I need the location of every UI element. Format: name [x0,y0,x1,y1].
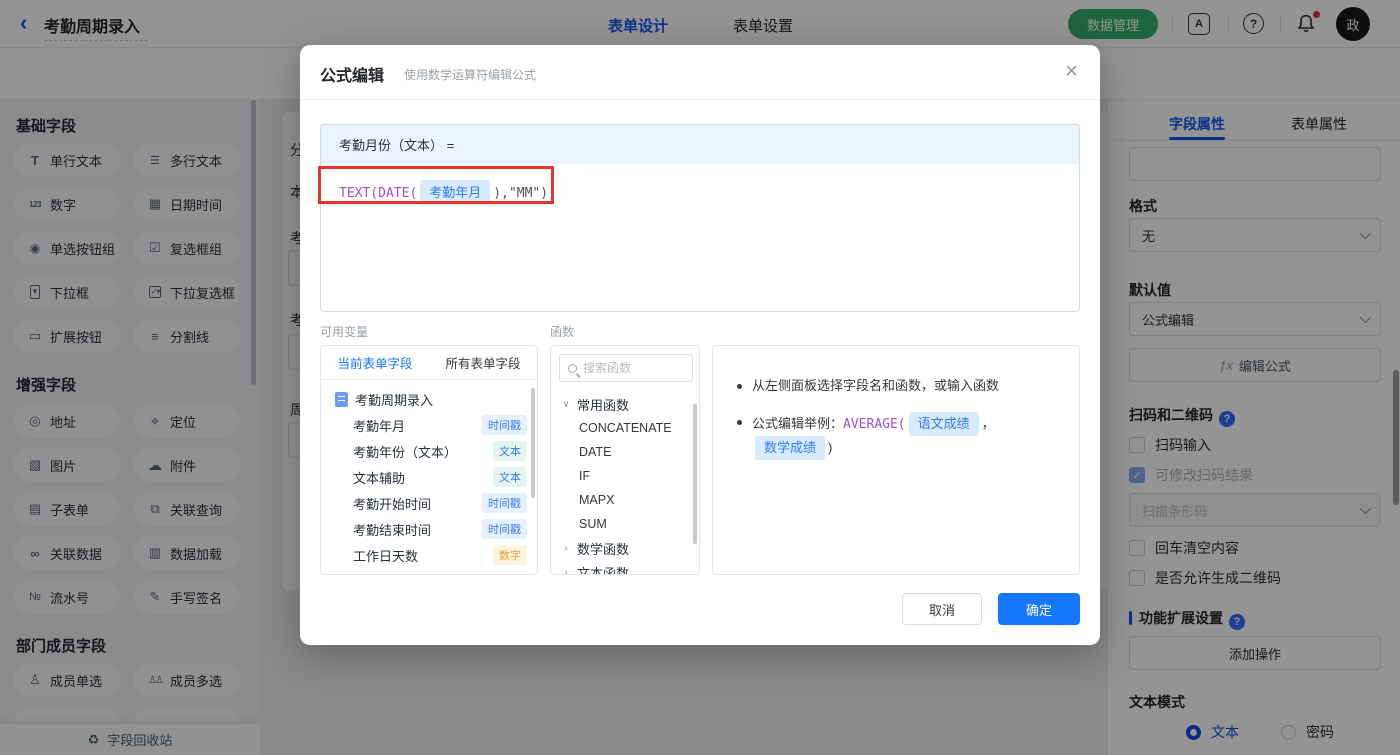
formula-function-text: TEXT(DATE( [339,186,418,201]
variables-tabs: 当前表单字段 所有表单字段 [321,346,537,380]
field-type-badge: 时间戳 [482,415,527,435]
form-node-label: 考勤周期录入 [355,392,434,408]
formula-input-area[interactable]: TEXT(DATE(考勤年月),"MM") [321,164,1079,219]
formula-field-chip[interactable]: 考勤年月 [420,180,491,203]
tip-example-text: 公式编辑举例：AVERAGE(语文成绩 ， 数学成绩) [752,412,1059,460]
close-icon[interactable]: × [1065,58,1078,84]
example-field-chip: 数学成绩 [755,436,826,460]
functions-panel: ∨ 常用函数 CONCATENATE DATE IF MAPX SUM › 数学… [550,345,700,575]
app-screen: ‹ 考勤周期录入 表单设计 表单设置 数据管理 A ? 政 表单外链 后端脚本 [0,0,1400,755]
variables-form-node[interactable]: 考勤周期录入 [321,386,537,412]
tip-text: 从左侧面板选择字段名和函数，或输入函数 [752,378,1000,393]
field-type-badge: 数字 [493,545,527,565]
function-search-box[interactable] [559,354,693,382]
confirm-button[interactable]: 确定 [998,593,1080,625]
function-item[interactable]: IF [551,464,699,488]
function-item[interactable]: SUM [551,512,699,536]
modal-subtitle: 使用数学运算符编辑公式 [404,68,537,82]
variable-field-row[interactable]: 工作日天数 数字 [321,542,537,568]
field-name: 考勤开始时间 [353,496,432,512]
field-name: 考勤年份（文本） [353,444,458,460]
function-search-input[interactable] [583,361,668,375]
modal-title: 公式编辑 [320,68,385,85]
example-function: AVERAGE( [843,417,906,432]
functions-scrollbar[interactable] [693,404,697,544]
variable-field-row[interactable]: 考勤年月 时间戳 [321,412,537,438]
example-comma: ， [981,416,995,431]
example-suffix: ) [828,440,833,455]
function-item[interactable]: MAPX [551,488,699,512]
cancel-button[interactable]: 取消 [902,593,982,625]
search-icon [568,363,577,373]
functions-label: 函数 [550,325,575,339]
field-name: 工作日天数 [353,548,419,564]
field-type-badge: 文本 [493,467,527,487]
caret-collapsed-icon: › [564,566,568,575]
formula-target-label: 考勤月份（文本） = [339,138,455,153]
variables-label: 可用变量 [320,325,369,339]
tab-current-form-fields[interactable]: 当前表单字段 [321,353,429,372]
bullet-dot [737,384,742,389]
formula-editor: 考勤月份（文本） = TEXT(DATE(考勤年月),"MM") [320,124,1080,312]
tip-example-line: 公式编辑举例：AVERAGE(语文成绩 ， 数学成绩) [737,412,1059,460]
function-group-math[interactable]: › 数学函数 [551,536,699,560]
function-group-label: 数学函数 [577,541,630,557]
field-name: 考勤年月 [353,418,406,434]
form-doc-icon [335,391,348,407]
field-type-badge: 时间戳 [482,493,527,513]
field-type-badge: 时间戳 [482,519,527,539]
variables-scrollbar[interactable] [531,388,535,498]
bullet-dot [737,420,742,425]
variable-field-row[interactable]: 考勤结束时间 时间戳 [321,516,537,542]
function-group-label: 常用函数 [577,397,630,413]
example-field-chip: 语文成绩 [908,412,979,436]
variables-panel: 当前表单字段 所有表单字段 考勤周期录入 考勤年月 时间戳 考勤年份（文本） 文… [320,345,538,575]
function-group-common[interactable]: ∨ 常用函数 [551,392,699,416]
caret-collapsed-icon: › [564,542,568,554]
function-item[interactable]: CONCATENATE [551,416,699,440]
variable-field-row[interactable]: 考勤年份（文本） 文本 [321,438,537,464]
tip-line: 从左侧面板选择字段名和函数，或输入函数 [737,376,1059,396]
function-item[interactable]: DATE [551,440,699,464]
modal-header: 公式编辑 使用数学运算符编辑公式 × [300,45,1100,100]
field-type-badge: 文本 [493,441,527,461]
tab-all-form-fields[interactable]: 所有表单字段 [429,353,537,372]
formula-target-bar: 考勤月份（文本） = [321,125,1079,164]
formula-suffix-text: ),"MM") [493,186,549,201]
field-name: 文本辅助 [353,470,406,486]
variable-field-row[interactable]: 文本辅助 文本 [321,464,537,490]
formula-edit-modal: 公式编辑 使用数学运算符编辑公式 × 考勤月份（文本） = TEXT(DATE(… [300,45,1100,645]
example-prefix: 公式编辑举例： [752,416,844,431]
function-group-label: 文本函数 [577,565,630,575]
function-group-text[interactable]: › 文本函数 [551,560,699,575]
caret-expanded-icon: ∨ [562,398,570,410]
formula-tips-panel: 从左侧面板选择字段名和函数，或输入函数 公式编辑举例：AVERAGE(语文成绩，… [712,345,1080,575]
field-name: 考勤结束时间 [353,522,432,538]
variable-field-row[interactable]: 考勤开始时间 时间戳 [321,490,537,516]
